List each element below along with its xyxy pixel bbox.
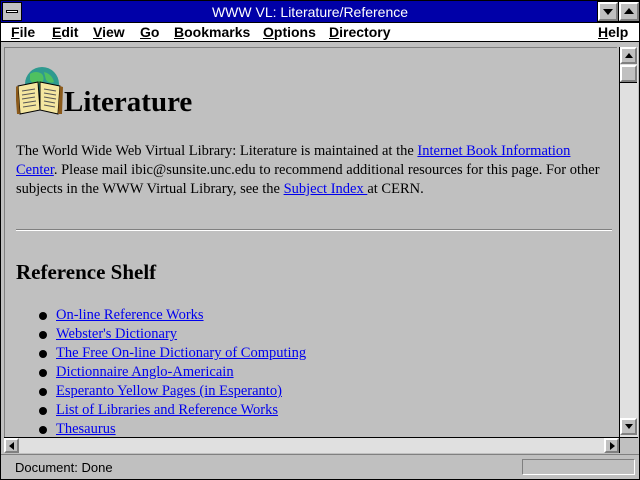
vertical-scroll-thumb[interactable] xyxy=(620,65,637,82)
status-bar: Document: Done xyxy=(1,454,639,479)
book-globe-icon xyxy=(16,67,63,115)
menu-bar: File Edit View Go Bookmarks Options Dire… xyxy=(1,23,639,42)
arrow-down-icon xyxy=(625,424,633,429)
bullet-icon xyxy=(39,369,47,377)
list-item: Dictionnaire Anglo-Americain xyxy=(36,363,306,382)
maximize-icon xyxy=(624,8,634,14)
arrow-right-icon xyxy=(610,442,615,450)
horizontal-scrollbar[interactable] xyxy=(4,437,619,453)
section-heading: Reference Shelf xyxy=(16,260,157,284)
minimize-icon xyxy=(603,9,613,15)
link-free-online-dictionary-of-computing[interactable]: The Free On-line Dictionary of Computing xyxy=(56,345,306,361)
bullet-icon xyxy=(39,388,47,396)
link-online-reference-works[interactable]: On-line Reference Works xyxy=(56,307,204,323)
scroll-down-button[interactable] xyxy=(620,418,637,435)
window-title: WWW VL: Literature/Reference xyxy=(211,4,409,20)
progress-indicator xyxy=(522,459,635,475)
list-item: List of Libraries and Reference Works xyxy=(36,401,306,420)
link-dictionnaire-anglo-americain[interactable]: Dictionnaire Anglo-Americain xyxy=(56,364,234,380)
list-item: Webster's Dictionary xyxy=(36,325,306,344)
vertical-scrollbar[interactable] xyxy=(619,47,638,437)
menu-directory[interactable]: Directory xyxy=(329,24,390,40)
reference-shelf-list: On-line Reference Works Webster's Dictio… xyxy=(36,306,306,437)
arrow-up-icon xyxy=(625,53,633,58)
intro-paragraph: The World Wide Web Virtual Library: Lite… xyxy=(16,143,600,197)
link-websters-dictionary[interactable]: Webster's Dictionary xyxy=(56,326,177,342)
menu-bookmarks[interactable]: Bookmarks xyxy=(174,24,250,40)
scroll-left-button[interactable] xyxy=(4,438,19,453)
document-view[interactable]: Literature The World Wide Web Virtual Li… xyxy=(4,47,617,437)
arrow-left-icon xyxy=(9,442,14,450)
menu-help[interactable]: Help xyxy=(598,24,628,40)
horizontal-rule xyxy=(16,229,612,231)
list-item: Esperanto Yellow Pages (in Esperanto) xyxy=(36,382,306,401)
system-menu-button[interactable] xyxy=(2,2,22,21)
menu-options[interactable]: Options xyxy=(263,24,316,40)
list-item: The Free On-line Dictionary of Computing xyxy=(36,344,306,363)
link-thesaurus[interactable]: Thesaurus xyxy=(56,421,116,437)
link-esperanto-yellow-pages[interactable]: Esperanto Yellow Pages (in Esperanto) xyxy=(56,383,282,399)
maximize-button[interactable] xyxy=(619,2,639,21)
list-item: Thesaurus xyxy=(36,420,306,437)
bullet-icon xyxy=(39,312,47,320)
list-item: On-line Reference Works xyxy=(36,306,306,325)
page-title: Literature xyxy=(64,86,193,118)
scroll-right-button[interactable] xyxy=(604,438,619,453)
scroll-up-button[interactable] xyxy=(620,47,637,64)
system-menu-icon xyxy=(6,10,18,13)
minimize-button[interactable] xyxy=(598,2,618,21)
menu-view[interactable]: View xyxy=(93,24,125,40)
status-text: Document: Done xyxy=(15,460,113,475)
link-subject-index[interactable]: Subject Index xyxy=(284,181,368,197)
bullet-icon xyxy=(39,331,47,339)
bullet-icon xyxy=(39,407,47,415)
browser-window: WWW VL: Literature/Reference File Edit V… xyxy=(0,0,640,480)
menu-go[interactable]: Go xyxy=(140,24,159,40)
bullet-icon xyxy=(39,350,47,358)
title-bar[interactable]: WWW VL: Literature/Reference xyxy=(1,1,639,23)
link-list-of-libraries[interactable]: List of Libraries and Reference Works xyxy=(56,402,278,418)
menu-edit[interactable]: Edit xyxy=(52,24,78,40)
scrollbar-corner xyxy=(619,437,638,453)
menu-file[interactable]: File xyxy=(11,24,35,40)
bullet-icon xyxy=(39,426,47,434)
